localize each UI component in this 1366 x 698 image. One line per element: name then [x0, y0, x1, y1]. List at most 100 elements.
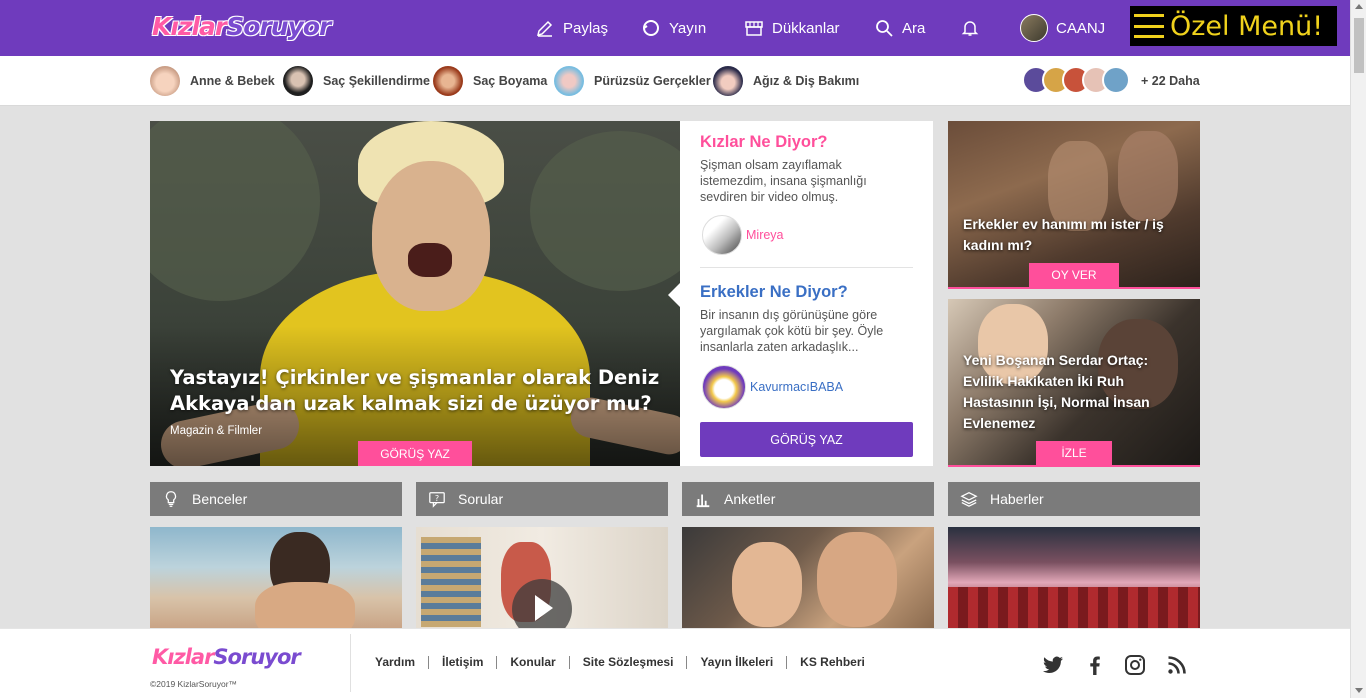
nav-search[interactable]: Ara [874, 17, 925, 39]
rss-icon[interactable] [1165, 653, 1189, 677]
thumbnail-image [948, 587, 1200, 628]
footer-link-contact[interactable]: İletişim [429, 655, 496, 669]
section-header-questions[interactable]: ? Sorular [416, 482, 668, 516]
facebook-icon[interactable] [1083, 653, 1107, 677]
divider [700, 267, 913, 268]
instagram-icon[interactable] [1123, 653, 1147, 677]
video-card-title[interactable]: Yeni Boşanan Serdar Ortaç: Evlilik Hakik… [963, 350, 1188, 434]
category-item[interactable]: Pürüzsüz Gerçekler [554, 66, 711, 96]
hero-title[interactable]: Yastayız! Çirkinler ve şişmanlar olarak … [170, 365, 670, 417]
username: CAANJ [1056, 19, 1106, 37]
logo-text-part2: Soruyor [226, 12, 331, 41]
footer-link-guide[interactable]: KS Rehberi [787, 655, 878, 669]
footer-logo-part1: Kızlar [152, 645, 214, 669]
user-menu[interactable]: CAANJ [1020, 14, 1105, 42]
category-label: Pürüzsüz Gerçekler [594, 74, 711, 88]
footer-links: Yardım İletişim Konular Site Sözleşmesi … [362, 655, 878, 669]
opinions-panel: Kızlar Ne Diyor? Şişman olsam zayıflamak… [668, 121, 933, 466]
hero-background [150, 121, 320, 301]
category-item[interactable]: Ağız & Diş Bakımı [713, 66, 859, 96]
women-opinion-username: Mireya [746, 228, 784, 242]
hero-background [530, 131, 680, 291]
category-item[interactable]: Saç Şekillendirme [283, 66, 430, 96]
nav-publish[interactable]: Yayın [641, 17, 706, 39]
more-categories-link[interactable]: + 22 Daha [1141, 74, 1200, 88]
hero-article[interactable]: Yastayız! Çirkinler ve şişmanlar olarak … [150, 121, 680, 466]
top-navigation-bar: KızlarSoruyor Paylaş Yayın Dükkanlar Ara… [0, 0, 1350, 56]
more-categories-avatars[interactable] [1022, 66, 1130, 94]
page-scrollbar[interactable] [1350, 0, 1366, 698]
play-icon [535, 595, 553, 621]
category-item[interactable]: Saç Boyama [433, 66, 547, 96]
thumbnail-image [732, 542, 802, 627]
women-opinion-user[interactable]: Mireya [702, 215, 784, 255]
scrollbar-thumb[interactable] [1354, 18, 1364, 73]
nav-share[interactable]: Paylaş [535, 17, 608, 39]
category-avatar [554, 66, 584, 96]
footer-link-publishing-rules[interactable]: Yayın İlkeleri [687, 655, 786, 669]
watch-button[interactable]: İZLE [1036, 441, 1112, 465]
section-label: Anketler [724, 491, 776, 507]
category-avatar [1102, 66, 1130, 94]
news-thumbnail[interactable] [948, 527, 1200, 628]
video-card[interactable]: Yeni Boşanan Serdar Ortaç: Evlilik Hakik… [948, 299, 1200, 467]
section-header-news[interactable]: Haberler [948, 482, 1200, 516]
site-logo[interactable]: KızlarSoruyor [152, 12, 331, 41]
category-avatar [433, 66, 463, 96]
women-opinion-heading: Kızlar Ne Diyor? [700, 133, 828, 151]
user-avatar [1020, 14, 1048, 42]
copyright-text: ©2019 KizlarSoruyor™ [150, 679, 238, 689]
section-header-polls[interactable]: Anketler [682, 482, 934, 516]
twitter-icon[interactable] [1041, 653, 1065, 677]
scroll-up-arrow-icon[interactable] [1355, 4, 1363, 9]
special-menu-button[interactable]: Özel Menü! [1130, 6, 1337, 46]
scroll-down-arrow-icon[interactable] [1355, 688, 1363, 693]
category-item[interactable]: Anne & Bebek [150, 66, 275, 96]
hero-category[interactable]: Magazin & Filmler [170, 425, 262, 437]
hamburger-icon [1134, 14, 1164, 38]
page-footer: KızlarSoruyor ©2019 KizlarSoruyor™ Yardı… [0, 628, 1350, 698]
nav-share-label: Paylaş [563, 19, 609, 37]
section-label: Sorular [458, 491, 504, 507]
category-bar: Anne & Bebek Saç Şekillendirme Saç Boyam… [0, 56, 1350, 106]
category-label: Saç Şekillendirme [323, 74, 431, 88]
card-image [1118, 131, 1178, 221]
footer-logo[interactable]: KızlarSoruyor [152, 645, 301, 669]
question-video-thumbnail[interactable] [416, 527, 668, 628]
user-avatar [702, 215, 742, 255]
opinion-thumbnail[interactable] [150, 527, 402, 628]
poll-card-title[interactable]: Erkekler ev hanımı mı ister / iş kadını … [963, 214, 1188, 256]
category-label: Ağız & Diş Bakımı [753, 74, 860, 88]
men-opinion-heading: Erkekler Ne Diyor? [700, 283, 848, 301]
question-bubble-icon: ? [429, 492, 445, 508]
nav-shops-label: Dükkanlar [772, 19, 840, 37]
footer-link-topics[interactable]: Konular [497, 655, 568, 669]
category-label: Saç Boyama [473, 74, 548, 88]
svg-text:?: ? [435, 493, 439, 503]
notifications-button[interactable] [960, 17, 980, 39]
write-opinion-button[interactable]: GÖRÜŞ YAZ [700, 422, 913, 457]
user-avatar [702, 365, 746, 409]
hero-image-detail [372, 161, 490, 311]
women-opinion-text: Şişman olsam zayıflamak istemezdim, insa… [700, 158, 867, 204]
nav-shops[interactable]: Dükkanlar [744, 17, 840, 39]
special-menu-label: Özel Menü! [1170, 10, 1324, 42]
footer-logo-part2: Soruyor [213, 645, 300, 669]
bar-chart-icon [696, 494, 710, 508]
category-avatar [283, 66, 313, 96]
footer-link-help[interactable]: Yardım [362, 655, 428, 669]
poll-card[interactable]: Erkekler ev hanımı mı ister / iş kadını … [948, 121, 1200, 289]
section-header-opinions[interactable]: Benceler [150, 482, 402, 516]
poll-thumbnail[interactable] [682, 527, 934, 628]
category-avatar [713, 66, 743, 96]
footer-link-terms[interactable]: Site Sözleşmesi [570, 655, 687, 669]
logo-text-part1: Kızlar [152, 12, 227, 41]
vote-button[interactable]: OY VER [1029, 263, 1119, 287]
pencil-icon [536, 20, 553, 37]
thumbnail-image [255, 582, 355, 628]
men-opinion-username: KavurmacıBABA [750, 380, 844, 394]
nav-publish-label: Yayın [669, 19, 707, 37]
thumbnail-image [421, 537, 481, 627]
men-opinion-user[interactable]: KavurmacıBABA [702, 365, 843, 409]
hero-write-opinion-button[interactable]: GÖRÜŞ YAZ [358, 441, 472, 466]
